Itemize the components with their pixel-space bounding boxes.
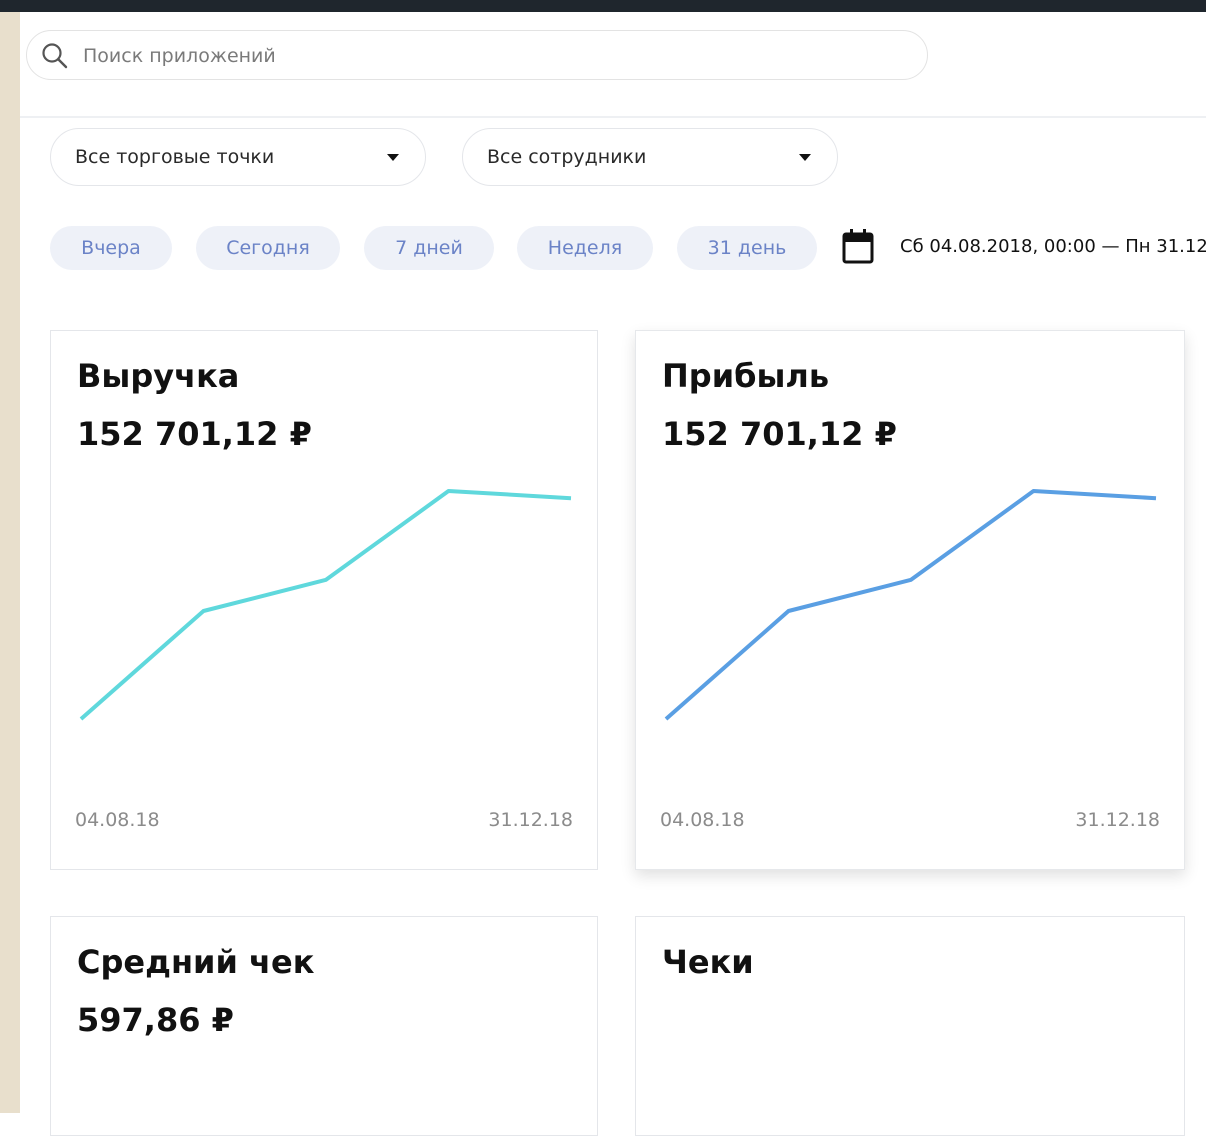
card-title: Средний чек [77,943,315,981]
period-chip-7-days[interactable]: 7 дней [364,226,494,270]
chart-x-tick-start: 04.08.18 [660,809,745,831]
period-chip-yesterday[interactable]: Вчера [50,226,172,270]
period-chip-31-days[interactable]: 31 день [677,226,817,270]
period-chip-week[interactable]: Неделя [517,226,653,270]
search-bar-area [20,12,1206,118]
chart-x-tick-end: 31.12.18 [1075,809,1160,831]
chart-x-tick-end: 31.12.18 [488,809,573,831]
chart-x-tick-start: 04.08.18 [75,809,160,831]
revenue-card[interactable]: Выручка 152 701,12 ₽ 04.08.18 31.12.18 [50,330,598,870]
profit-card[interactable]: Прибыль 152 701,12 ₽ 04.08.18 31.12.18 [635,330,1185,870]
left-side-strip [0,12,20,1113]
search-icon [42,43,68,69]
window-top-bar [0,0,1206,12]
chevron-down-icon [387,154,399,161]
search-input[interactable] [81,39,905,73]
series-line [79,489,572,721]
locations-select[interactable]: Все торговые точки [50,128,426,186]
employees-select[interactable]: Все сотрудники [462,128,838,186]
checks-card[interactable]: Чеки [635,916,1185,1136]
card-value: 597,86 ₽ [77,1001,234,1039]
date-range-label[interactable]: Сб 04.08.2018, 00:00 — Пн 31.12.2018 [900,236,1206,264]
card-title: Чеки [662,943,754,981]
series-line [664,489,1157,721]
locations-select-label: Все торговые точки [75,146,275,168]
period-chip-today[interactable]: Сегодня [196,226,340,270]
search-box[interactable] [26,30,928,80]
average-check-card[interactable]: Средний чек 597,86 ₽ [50,916,598,1136]
chevron-down-icon [799,154,811,161]
revenue-chart [79,489,572,721]
employees-select-label: Все сотрудники [487,146,647,168]
profit-chart [664,489,1157,721]
calendar-icon[interactable] [842,228,874,264]
